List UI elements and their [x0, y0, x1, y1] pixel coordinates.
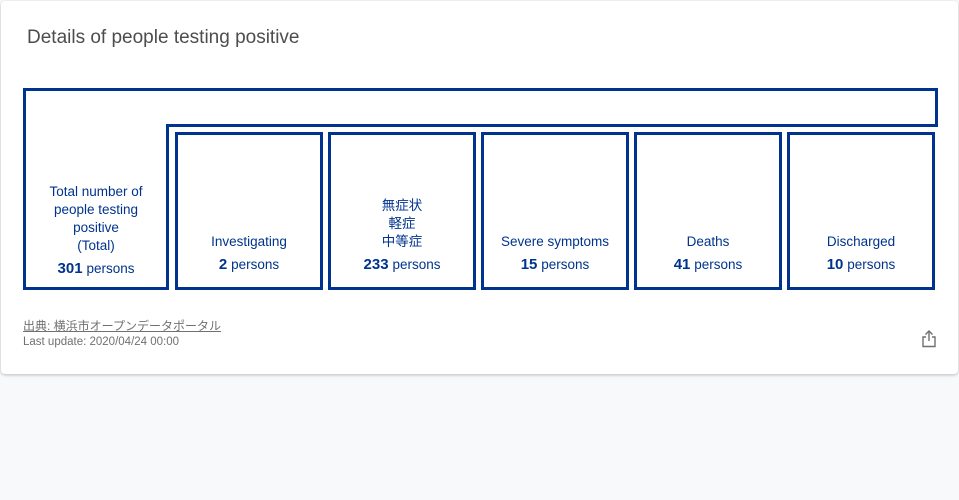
- investigating-box: Investigating 2 persons: [175, 132, 323, 290]
- deaths-value-line: 41 persons: [674, 255, 743, 274]
- severe-value: 15: [520, 256, 538, 273]
- mild-unit: persons: [392, 257, 441, 272]
- mild-box: 無症状 軽症 中等症 233 persons: [328, 132, 476, 290]
- mild-value: 233: [363, 256, 389, 273]
- discharged-value-line: 10 persons: [827, 255, 896, 274]
- investigating-unit: persons: [231, 257, 280, 272]
- mild-value-line: 233 persons: [364, 255, 441, 274]
- discharged-box: Discharged 10 persons: [787, 132, 935, 290]
- deaths-unit: persons: [694, 257, 743, 272]
- total-label: Total number of people testing positive …: [49, 184, 143, 253]
- severe-label: Severe symptoms: [500, 234, 610, 249]
- investigating-label: Investigating: [211, 234, 287, 249]
- card-title: Details of people testing positive: [27, 27, 300, 48]
- last-update: Last update: 2020/04/24 00:00: [23, 336, 180, 348]
- severe-box: Severe symptoms 15 persons: [481, 132, 629, 290]
- total-value: 301: [57, 260, 83, 277]
- total-value-line: 301 persons: [23, 259, 169, 278]
- investigating-value: 2: [218, 256, 228, 273]
- investigating-value-line: 2 persons: [219, 255, 279, 274]
- share-icon[interactable]: [921, 330, 937, 348]
- discharged-label: Discharged: [826, 234, 896, 249]
- source-link[interactable]: 出典: 横浜市オープンデータポータル: [23, 317, 221, 334]
- severe-unit: persons: [541, 257, 590, 272]
- severe-value-line: 15 persons: [521, 255, 590, 274]
- deaths-value: 41: [673, 256, 691, 273]
- mild-label: 無症状 軽症 中等症: [381, 198, 423, 249]
- deaths-box: Deaths 41 persons: [634, 132, 782, 290]
- deaths-label: Deaths: [686, 234, 730, 249]
- total-unit: persons: [86, 261, 135, 276]
- total-content: Total number of people testing positive …: [23, 183, 169, 278]
- discharged-value: 10: [826, 256, 844, 273]
- discharged-unit: persons: [847, 257, 896, 272]
